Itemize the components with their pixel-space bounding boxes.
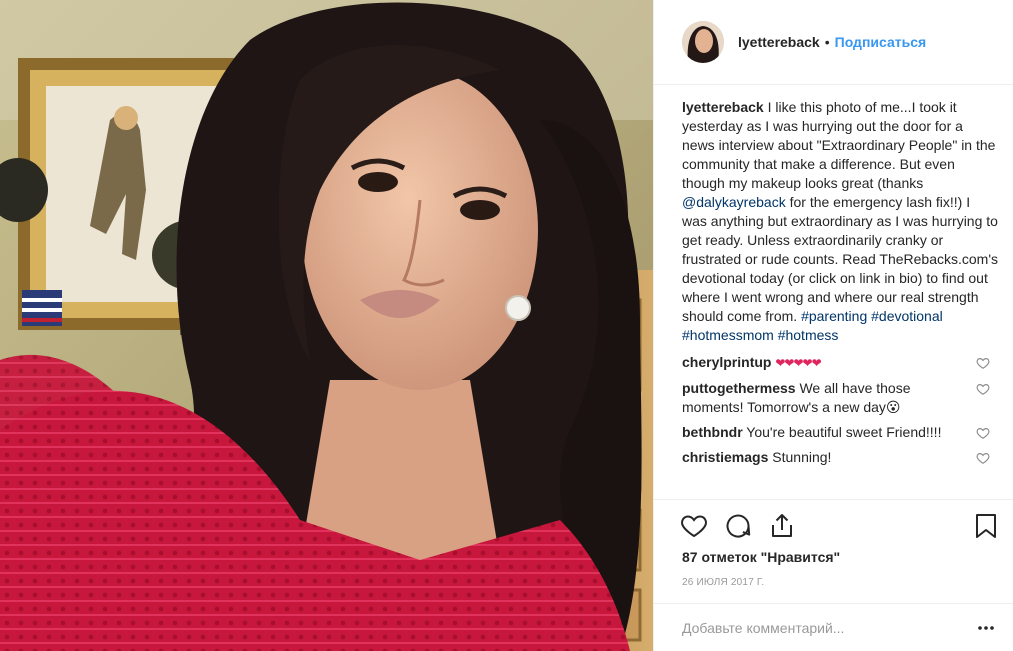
comment-like-icon[interactable] (976, 356, 990, 370)
comment-author[interactable]: christiemags (682, 449, 768, 465)
comments-section: lyettereback I like this photo of me...I… (654, 86, 1013, 496)
instagram-post: lyettereback • Подписаться lyettereback … (0, 0, 1013, 651)
comment-item: puttogethermess We all have those moment… (682, 379, 998, 417)
caption-text-part-2: for the emergency lash fix!!) I was anyt… (682, 194, 999, 324)
post-caption: lyettereback I like this photo of me...I… (682, 98, 998, 345)
post-side-panel: lyettereback • Подписаться lyettereback … (653, 0, 1013, 651)
selfie-illustration (0, 0, 653, 651)
heart-outline-icon[interactable] (680, 512, 708, 540)
comment-hearts-emoji: ❤❤❤❤❤ (775, 356, 821, 370)
caption-mention[interactable]: @dalykayreback (682, 194, 786, 210)
follow-button[interactable]: Подписаться (835, 34, 927, 50)
comment-author[interactable]: puttogethermess (682, 380, 796, 396)
header-separator: • (824, 34, 830, 50)
hashtag-link[interactable]: #hotmess (778, 327, 839, 343)
more-options-icon[interactable] (976, 618, 996, 638)
bookmark-icon[interactable] (972, 512, 1000, 540)
comment-like-icon[interactable] (976, 451, 990, 465)
avatar-image (682, 21, 724, 63)
post-date[interactable]: 26 ИЮЛЯ 2017 Г. (682, 577, 764, 588)
avatar[interactable] (682, 21, 724, 63)
comment-author[interactable]: cherylprintup (682, 354, 771, 370)
post-photo[interactable] (0, 0, 653, 651)
add-comment-input[interactable] (682, 618, 962, 638)
comment-bubble-icon[interactable] (724, 512, 752, 540)
post-header: lyettereback • Подписаться (654, 0, 1013, 85)
comment-like-icon[interactable] (976, 426, 990, 440)
comment-item: cherylprintup ❤❤❤❤❤ (682, 353, 998, 373)
comment-item: bethbndr You're beautiful sweet Friend!!… (682, 423, 998, 442)
comment-like-icon[interactable] (976, 382, 990, 396)
comment-item: christiemags Stunning! (682, 448, 998, 467)
hashtag-link[interactable]: #hotmessmom (682, 327, 774, 343)
action-bar (654, 499, 1013, 551)
hashtag-link[interactable]: #devotional (871, 308, 943, 324)
hashtag-link[interactable]: #parenting (801, 308, 867, 324)
header-username[interactable]: lyettereback (738, 34, 820, 50)
comment-author[interactable]: bethbndr (682, 424, 743, 440)
comment-text: You're beautiful sweet Friend!!!! (742, 424, 942, 440)
share-icon[interactable] (768, 512, 796, 540)
likes-count[interactable]: 87 отметок "Нравится" (682, 549, 840, 565)
add-comment-bar (654, 603, 1013, 651)
comment-text: Stunning! (768, 449, 832, 465)
caption-author[interactable]: lyettereback (682, 99, 764, 115)
